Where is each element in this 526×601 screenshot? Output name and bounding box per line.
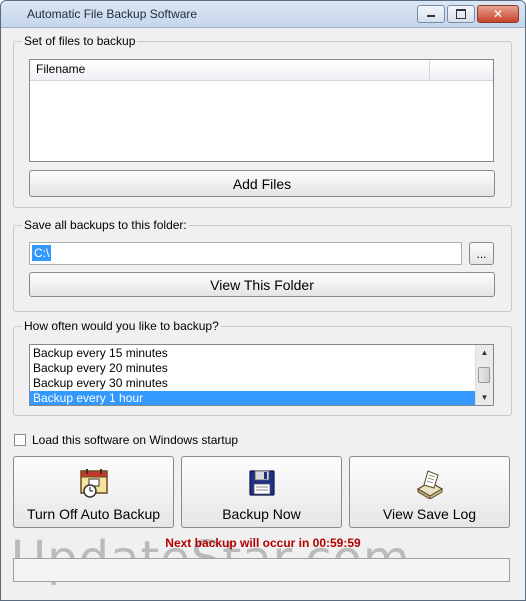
column-header-filename[interactable]: Filename <box>30 60 430 79</box>
files-listview-header: Filename <box>30 60 493 81</box>
frequency-group: How often would you like to backup? Back… <box>13 319 512 416</box>
files-group-label: Set of files to backup <box>22 34 138 48</box>
files-listview[interactable]: Filename <box>29 59 494 162</box>
close-icon: ✕ <box>492 7 504 21</box>
title-bar[interactable]: Automatic File Backup Software ✕ <box>1 1 525 28</box>
folder-group: Save all backups to this folder: C:\ ...… <box>13 218 512 312</box>
minimize-button[interactable] <box>417 5 445 23</box>
window-controls: ✕ <box>417 5 519 23</box>
next-backup-status: Next backup will occur in 00:59:59 <box>165 536 361 550</box>
window-title: Automatic File Backup Software <box>27 7 198 21</box>
frequency-scrollbar[interactable]: ▲ ▼ <box>475 345 493 405</box>
scroll-down-icon[interactable]: ▼ <box>476 390 493 405</box>
frequency-option-20-min[interactable]: Backup every 20 minutes <box>30 361 493 376</box>
scroll-thumb[interactable] <box>478 367 490 383</box>
minimize-icon <box>427 15 435 17</box>
folder-path-input[interactable]: C:\ <box>29 242 462 265</box>
frequency-option-1-hour[interactable]: Backup every 1 hour <box>30 391 493 405</box>
log-printer-icon <box>416 470 443 499</box>
backup-now-label: Backup Now <box>222 506 301 522</box>
view-folder-button[interactable]: View This Folder <box>29 272 495 297</box>
browse-folder-button[interactable]: ... <box>469 242 494 265</box>
folder-group-label: Save all backups to this folder: <box>22 218 189 232</box>
calendar-clock-icon <box>79 469 108 498</box>
app-window: Automatic File Backup Software ✕ Set of … <box>0 0 526 601</box>
status-bar <box>13 558 510 582</box>
frequency-option-30-min[interactable]: Backup every 30 minutes <box>30 376 493 391</box>
maximize-button[interactable] <box>447 5 475 23</box>
add-files-button[interactable]: Add Files <box>29 170 495 197</box>
frequency-option-15-min[interactable]: Backup every 15 minutes <box>30 346 493 361</box>
floppy-disk-icon <box>248 470 275 496</box>
view-save-log-label: View Save Log <box>382 506 477 522</box>
view-save-log-button[interactable]: View Save Log <box>349 456 510 528</box>
frequency-options: Backup every 15 minutes Backup every 20 … <box>30 345 493 405</box>
close-button[interactable]: ✕ <box>477 5 519 23</box>
files-group: Set of files to backup Filename Add File… <box>13 34 512 208</box>
startup-checkbox[interactable] <box>14 434 26 446</box>
folder-path-value: C:\ <box>32 245 52 261</box>
frequency-group-label: How often would you like to backup? <box>22 319 221 333</box>
frequency-listbox[interactable]: Backup every 15 minutes Backup every 20 … <box>29 344 494 406</box>
turn-off-auto-backup-label: Turn Off Auto Backup <box>26 506 161 522</box>
backup-now-button[interactable]: Backup Now <box>181 456 342 528</box>
maximize-icon <box>456 9 466 19</box>
turn-off-auto-backup-button[interactable]: Turn Off Auto Backup <box>13 456 174 528</box>
startup-checkbox-label[interactable]: Load this software on Windows startup <box>32 433 238 447</box>
scroll-up-icon[interactable]: ▲ <box>476 345 493 360</box>
